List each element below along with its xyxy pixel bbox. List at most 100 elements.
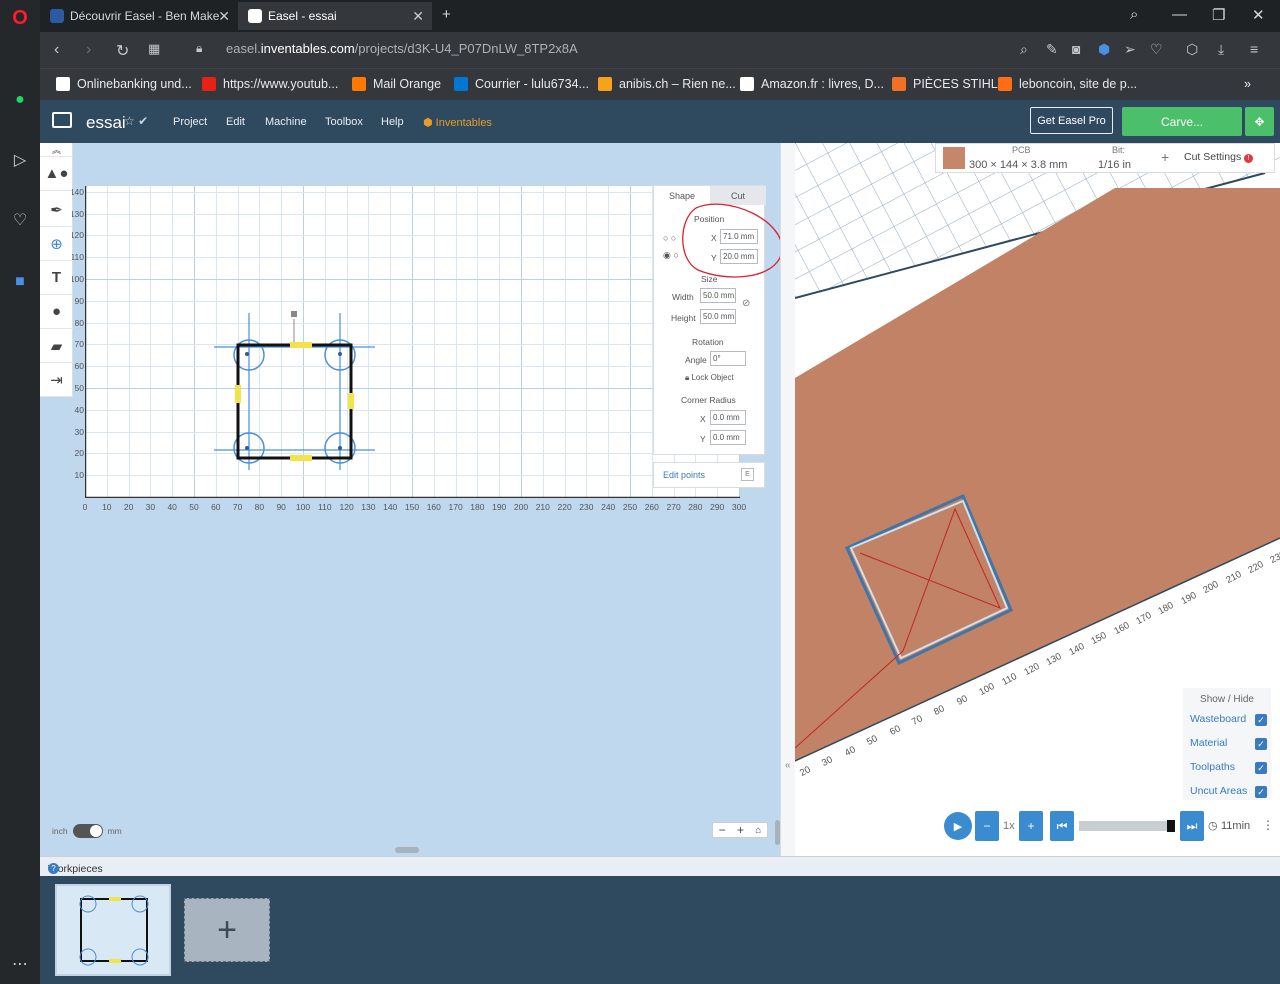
download-icon[interactable]: ⤓ [1218, 41, 1224, 58]
add-bit-icon[interactable]: + [1161, 149, 1169, 165]
workpiece-thumbnail[interactable] [55, 884, 171, 976]
import-icon[interactable]: ⇥ [40, 363, 73, 397]
lock-object-toggle[interactable]: 🔒︎ Lock Object [685, 373, 734, 383]
bookmark-item[interactable]: anibis.ch – Rien ne... [598, 77, 736, 91]
search-icon[interactable]: ⌕ [1020, 41, 1028, 58]
player-icon[interactable]: ▷ [8, 148, 32, 172]
checkbox-toolpaths[interactable]: ✓ [1255, 762, 1267, 774]
minimize-icon[interactable]: — [1172, 6, 1187, 23]
carve-button[interactable]: Carve... [1122, 107, 1242, 136]
bookmark-item[interactable]: Mail Orange [352, 77, 441, 91]
collapse-icon[interactable]: ︽ [40, 143, 73, 157]
units-toggle[interactable]: inch mm [52, 824, 122, 838]
close-window-icon[interactable]: ✕ [1252, 6, 1265, 24]
more-options-icon[interactable]: ⋮ [1262, 818, 1274, 832]
bookmark-item[interactable]: leboncoin, site de p... [998, 77, 1137, 91]
corner-x-input[interactable]: 0.0 mm [710, 410, 746, 425]
forward-icon[interactable]: › [86, 41, 91, 59]
expand-icon[interactable]: ✥ [1245, 107, 1274, 136]
material-dims[interactable]: 300 × 144 × 3.8 mm [969, 159, 1067, 171]
edit-icon[interactable]: ✎ [1046, 41, 1058, 58]
camera-icon[interactable]: ◙ [1072, 41, 1080, 57]
shapes-icon[interactable]: ▲● [40, 157, 73, 191]
heart-icon[interactable]: ♡ [8, 208, 32, 232]
speed-dial-icon[interactable]: ▦ [148, 41, 160, 57]
new-tab-icon[interactable]: + [442, 6, 451, 23]
menu-edit[interactable]: Edit [226, 116, 245, 128]
text-icon[interactable]: T [40, 261, 73, 295]
bookmarks-more-icon[interactable]: » [1244, 77, 1251, 91]
bit-selector[interactable]: 1/16 in [1098, 159, 1131, 171]
easel-logo-icon[interactable] [52, 112, 72, 128]
close-tab-icon[interactable]: ✕ [218, 8, 230, 25]
menu-help[interactable]: Help [381, 116, 404, 128]
bookmark-item[interactable]: Courrier - lulu6734... [454, 77, 589, 91]
vertical-scroll-handle[interactable] [775, 820, 780, 845]
progress-track[interactable] [1079, 821, 1175, 831]
toggle-uncut-areas[interactable]: Uncut Areas [1190, 785, 1247, 797]
reload-icon[interactable]: ↻ [116, 41, 129, 61]
back-icon[interactable]: ‹ [54, 41, 59, 59]
close-tab-icon[interactable]: ✕ [412, 8, 424, 25]
translate-icon[interactable]: ■ [8, 270, 32, 294]
search-tabs-icon[interactable]: ⌕ [1130, 6, 1138, 23]
angle-input[interactable]: 0° [710, 351, 746, 366]
end-button[interactable]: ⏭︎ [1180, 811, 1204, 841]
home-icon[interactable]: ⌂ [755, 825, 761, 836]
menu-icon[interactable]: ≡ [1250, 41, 1258, 57]
menu-project[interactable]: Project [173, 116, 207, 128]
rotation-handle[interactable] [291, 311, 297, 317]
checkbox-wasteboard[interactable]: ✓ [1255, 714, 1267, 726]
design-grid[interactable] [84, 186, 740, 499]
bookmark-item[interactable]: https://www.youtub... [202, 77, 338, 91]
cut-settings-button[interactable]: Cut Settings ! [1184, 151, 1254, 163]
opera-logo-icon[interactable]: O [8, 6, 32, 30]
send-icon[interactable]: ➢ [1124, 41, 1136, 58]
play-button[interactable]: ▶ [944, 812, 972, 840]
favorite-star-icon[interactable]: ☆ ✔ [124, 114, 148, 128]
tab-discover-easel[interactable]: Découvrir Easel - Ben Make ✕ [40, 2, 238, 30]
project-title[interactable]: essai [86, 113, 126, 133]
whatsapp-icon[interactable]: ● [8, 88, 32, 112]
url-field[interactable]: easel.inventables.com/projects/d3K-U4_P0… [226, 41, 578, 56]
more-icon[interactable]: ⋯ [8, 952, 32, 976]
apps-icon[interactable]: ● [40, 295, 73, 329]
toggle-material[interactable]: Material [1190, 737, 1227, 749]
inventables-link[interactable]: ⬢ Inventables [423, 116, 492, 129]
pen-icon[interactable]: ✒ [40, 193, 73, 227]
toggle-wasteboard[interactable]: Wasteboard [1190, 713, 1246, 725]
help-icon[interactable]: ? [48, 863, 59, 874]
shield-icon[interactable]: ⬢ [1098, 41, 1110, 58]
bookmark-item[interactable]: Amazon.fr : livres, D... [740, 77, 884, 91]
menu-toolbox[interactable]: Toolbox [325, 116, 363, 128]
height-input[interactable]: 50.0 mm [700, 309, 736, 324]
square-outline[interactable] [236, 343, 353, 460]
material-swatch[interactable] [943, 147, 965, 169]
edit-points-button[interactable]: Edit points E [653, 462, 765, 488]
units-switch[interactable] [72, 824, 103, 838]
selected-shape[interactable] [205, 305, 385, 470]
menu-machine[interactable]: Machine [265, 116, 307, 128]
panel-divider[interactable] [780, 143, 795, 856]
preview-collapse-icon[interactable]: « [785, 760, 791, 771]
zoom-out-icon[interactable]: − [719, 823, 726, 837]
add-workpiece-button[interactable]: + [184, 898, 270, 962]
tab-easel-essai[interactable]: Easel - essai ✕ [238, 2, 432, 30]
bookmark-item[interactable]: Onlinebanking und... [56, 77, 192, 91]
maximize-icon[interactable]: ❐ [1212, 6, 1225, 24]
checkbox-material[interactable]: ✓ [1255, 738, 1267, 750]
bookmark-item[interactable]: PIÈCES STIHL [892, 77, 998, 91]
width-input[interactable]: 50.0 mm [700, 288, 736, 303]
faster-button[interactable]: + [1019, 811, 1043, 841]
corner-y-input[interactable]: 0.0 mm [710, 430, 746, 445]
checkbox-uncut-areas[interactable]: ✓ [1255, 786, 1267, 798]
toggle-toolpaths[interactable]: Toolpaths [1190, 761, 1235, 773]
slower-button[interactable]: − [975, 811, 999, 841]
link-icon[interactable]: ⊘ [742, 298, 750, 309]
horizontal-scroll-handle[interactable] [395, 847, 419, 853]
rewind-button[interactable]: ⏮︎ [1050, 811, 1074, 841]
heart-icon[interactable]: ♡ [1150, 41, 1163, 58]
crosshair-icon[interactable]: ⊕ [40, 227, 73, 261]
get-easel-pro-button[interactable]: Get Easel Pro [1030, 107, 1113, 134]
progress-handle[interactable] [1167, 820, 1175, 832]
